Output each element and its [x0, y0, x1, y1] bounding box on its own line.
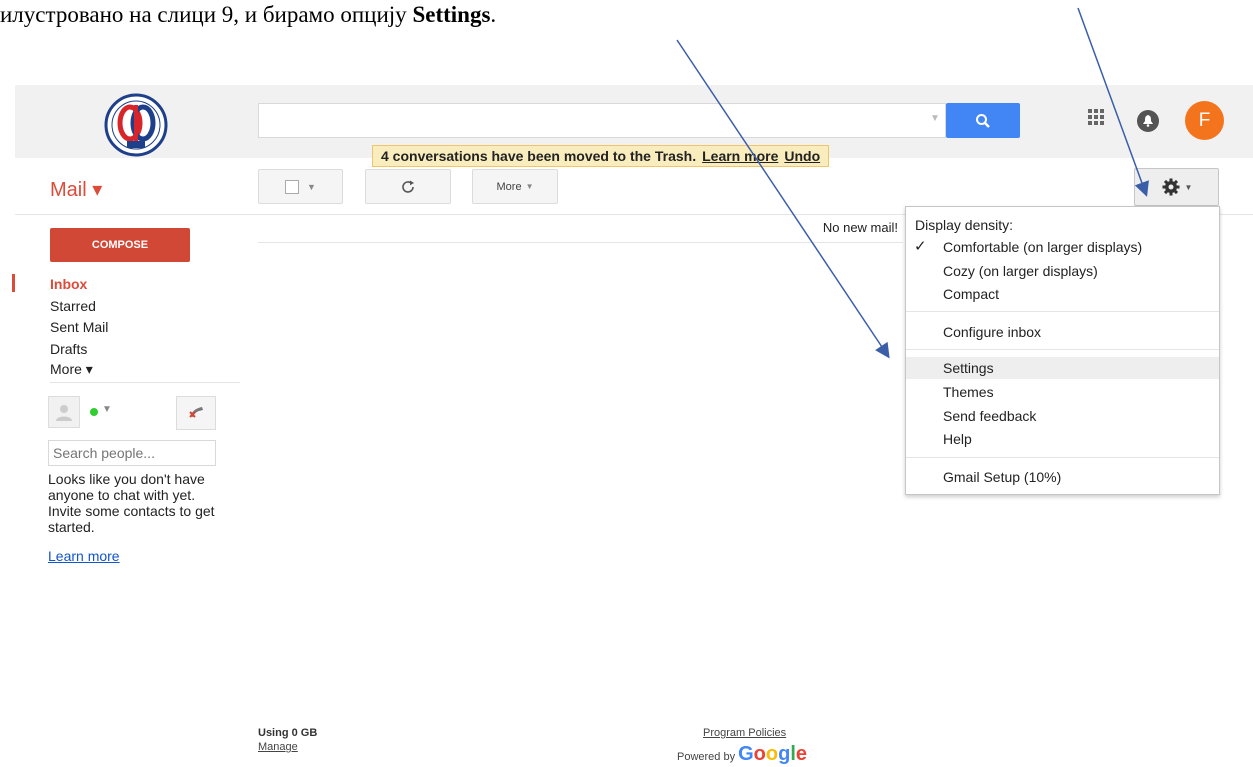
- apps-grid-icon[interactable]: [1087, 108, 1105, 126]
- sidebar-item-sent-mail[interactable]: Sent Mail: [50, 319, 108, 335]
- menu-item-gmail-setup[interactable]: Gmail Setup (10%): [906, 466, 1219, 488]
- trash-notice: 4 conversations have been moved to the T…: [372, 145, 830, 167]
- menu-item-cozy[interactable]: Cozy (on larger displays): [906, 260, 1219, 282]
- document-caption: илустровано на слици 9, и бирамо опцију …: [0, 2, 497, 27]
- checkbox-icon: [285, 179, 300, 194]
- phone-call-button[interactable]: [176, 396, 216, 430]
- settings-gear-button[interactable]: ▼: [1134, 168, 1219, 206]
- phone-icon: [189, 407, 203, 418]
- settings-dropdown-menu: Display density: ✓ Comfortable (on large…: [905, 206, 1220, 495]
- chevron-down-icon[interactable]: ▼: [102, 404, 112, 415]
- chat-learn-more-link[interactable]: Learn more: [48, 548, 120, 564]
- google-logo-letter: o: [765, 743, 779, 765]
- menu-divider: [906, 457, 1219, 458]
- refresh-button[interactable]: [365, 169, 451, 204]
- sidebar-item-starred[interactable]: Starred: [50, 298, 96, 314]
- menu-item-compact[interactable]: Compact: [906, 283, 1219, 305]
- empty-inbox-message: No new mail!: [822, 220, 898, 235]
- menu-divider: [906, 311, 1219, 312]
- select-checkbox-button[interactable]: ▼: [258, 169, 343, 204]
- menu-item-settings[interactable]: Settings: [906, 357, 1219, 379]
- sidebar-item-more[interactable]: More ▾: [50, 361, 93, 378]
- google-logo-letter: G: [738, 743, 754, 765]
- university-logo: [100, 93, 172, 157]
- sidebar-item-inbox[interactable]: Inbox: [50, 276, 87, 292]
- chat-profile-avatar[interactable]: [48, 396, 80, 428]
- chevron-down-icon: ▼: [525, 182, 534, 191]
- google-logo-letter: g: [778, 743, 791, 765]
- menu-item-help[interactable]: Help: [906, 428, 1219, 450]
- google-logo-letter: e: [795, 743, 807, 765]
- gear-icon: [1162, 178, 1180, 196]
- powered-by-google: Powered by Google: [677, 743, 807, 765]
- google-logo: Google: [738, 743, 807, 765]
- powered-by-label: Powered by: [677, 751, 736, 763]
- google-logo-letter: o: [753, 743, 766, 765]
- menu-item-themes[interactable]: Themes: [906, 381, 1219, 403]
- menu-item-send-feedback[interactable]: Send feedback: [906, 405, 1219, 427]
- sidebar-divider: [50, 382, 240, 383]
- menu-divider: [906, 349, 1219, 350]
- menu-item-comfortable[interactable]: Comfortable (on larger displays): [906, 236, 1219, 258]
- search-button[interactable]: [946, 103, 1020, 138]
- bell-icon[interactable]: [1137, 110, 1159, 132]
- storage-usage: Using 0 GB: [258, 727, 318, 739]
- manage-storage-link[interactable]: Manage: [258, 741, 298, 753]
- chat-empty-message: Looks like you don't have anyone to chat…: [48, 471, 215, 535]
- search-options-caret-icon[interactable]: ▼: [930, 113, 940, 124]
- program-policies-link[interactable]: Program Policies: [703, 727, 786, 739]
- person-icon: [56, 405, 72, 421]
- search-icon: [976, 113, 990, 128]
- online-status-icon[interactable]: [90, 408, 98, 416]
- refresh-icon: [402, 180, 414, 193]
- mail-menu-button[interactable]: Mail ▾: [50, 177, 102, 202]
- account-avatar[interactable]: F: [1185, 101, 1224, 140]
- compose-button[interactable]: COMPOSE: [50, 228, 190, 262]
- mail-search-input[interactable]: [258, 103, 946, 138]
- list-divider: [258, 242, 903, 243]
- chevron-down-icon: ▼: [1184, 182, 1193, 192]
- notice-learn-more-link[interactable]: Learn more: [702, 148, 778, 164]
- trash-notice-text: 4 conversations have been moved to the T…: [381, 148, 697, 164]
- menu-item-configure-inbox[interactable]: Configure inbox: [906, 321, 1219, 343]
- chevron-down-icon: ▼: [307, 181, 316, 192]
- search-people-input[interactable]: [48, 440, 216, 466]
- undo-link[interactable]: Undo: [784, 148, 820, 164]
- caption-bold: Settings: [412, 2, 491, 27]
- active-folder-marker: [12, 274, 15, 292]
- sidebar-item-drafts[interactable]: Drafts: [50, 341, 87, 357]
- display-density-header: Display density:: [915, 217, 1014, 233]
- more-actions-label: More: [496, 180, 522, 193]
- more-actions-button[interactable]: More ▼: [472, 169, 558, 204]
